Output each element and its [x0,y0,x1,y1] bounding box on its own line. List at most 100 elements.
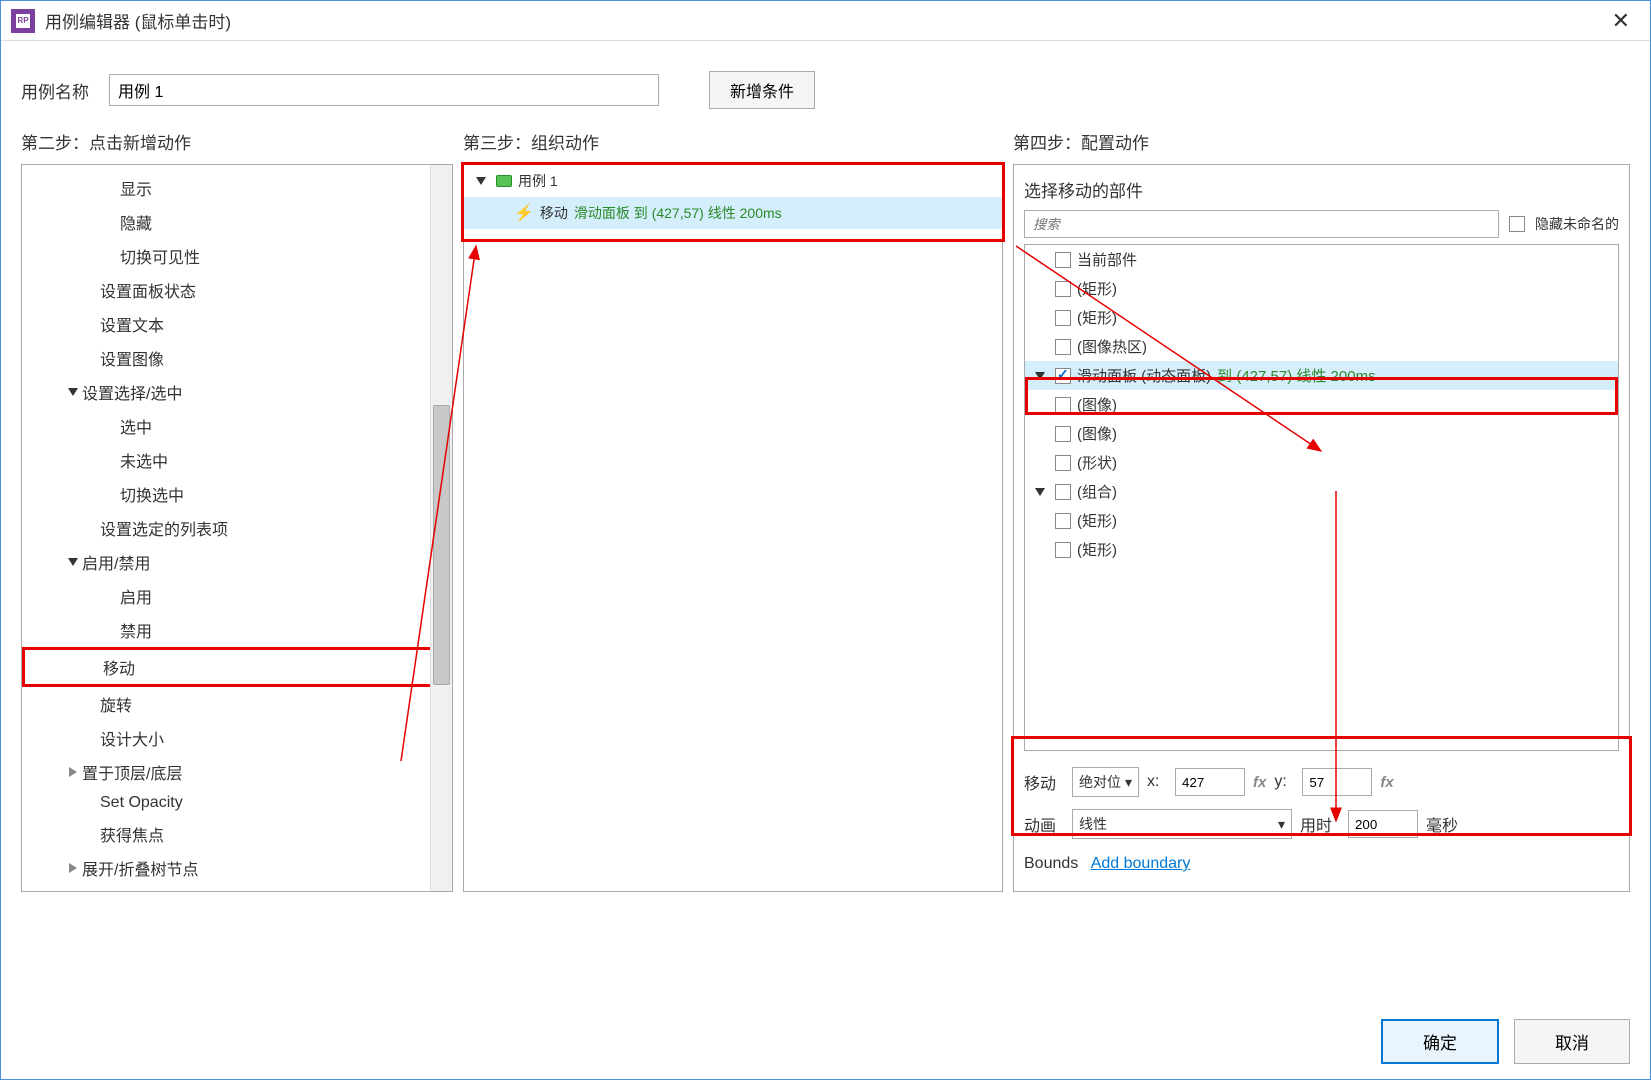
widget-checkbox[interactable] [1055,455,1071,471]
widget-row[interactable]: (图像) [1025,390,1618,419]
widget-row[interactable]: 滑动面板 (动态面板) 到 (427,57) 线性 200ms [1025,361,1618,390]
fx-x-button[interactable]: fx [1253,774,1266,791]
widget-checkbox[interactable] [1055,252,1071,268]
widget-checkbox[interactable] [1055,484,1071,500]
widget-checkbox[interactable] [1055,281,1071,297]
add-boundary-link[interactable]: Add boundary [1091,855,1191,872]
widget-label: (矩形) [1077,539,1117,560]
dur-label: 用时 [1300,812,1340,836]
widget-label: (形状) [1077,452,1117,473]
widget-checkbox[interactable] [1055,426,1071,442]
bolt-icon: ⚡ [514,203,534,223]
widget-row[interactable]: (矩形) [1025,535,1618,564]
action-label: 移动 [103,655,135,679]
action-item[interactable]: 设置文本 [22,307,452,341]
chevron-down-icon[interactable] [472,177,490,185]
action-item[interactable]: 置于顶层/底层 [22,755,452,789]
widget-label: (矩形) [1077,510,1117,531]
widget-row[interactable]: (图像热区) [1025,332,1618,361]
action-item[interactable]: 旋转 [22,687,452,721]
widget-tree: 当前部件(矩形)(矩形)(图像热区)滑动面板 (动态面板) 到 (427,57)… [1024,244,1619,751]
action-item[interactable]: 设置选定的列表项 [22,511,452,545]
widget-checkbox[interactable] [1055,513,1071,529]
action-label: 切换可见性 [120,244,200,268]
widget-checkbox[interactable] [1055,368,1071,384]
dur-input[interactable] [1348,810,1418,838]
chevron-right-icon[interactable] [64,767,82,777]
widget-row[interactable]: (矩形) [1025,303,1618,332]
widget-checkbox[interactable] [1055,339,1071,355]
action-detail: 滑动面板 到 (427,57) 线性 200ms [574,203,782,223]
action-item[interactable]: 设计大小 [22,721,452,755]
widget-checkbox[interactable] [1055,542,1071,558]
app-icon: RP [11,9,35,33]
action-item[interactable]: 设置选择/选中 [22,375,452,409]
organize-panel: 用例 1 ⚡ 移动 滑动面板 到 (427,57) 线性 200ms [463,164,1003,892]
chevron-down-icon[interactable] [1031,488,1049,496]
action-item[interactable]: 启用 [22,579,452,613]
action-label: 旋转 [100,692,132,716]
name-row: 用例名称 新增条件 [1,41,1650,129]
case-row[interactable]: 用例 1 [464,165,1002,197]
chevron-right-icon[interactable] [64,863,82,873]
step3-column: 第三步：组织动作 用例 1 ⚡ 移动 滑动面板 到 (427,57) 线性 20… [463,129,1003,892]
action-label: 启用 [120,584,152,608]
widget-row[interactable]: (图像) [1025,419,1618,448]
step2-label: 第二步：点击新增动作 [21,129,453,154]
widget-detail: 到 (427,57) 线性 200ms [1217,365,1375,386]
action-label: Set Opacity [100,794,183,812]
widget-row[interactable]: (形状) [1025,448,1618,477]
case-icon [496,175,512,187]
action-item[interactable]: 移动 [22,647,452,687]
widget-checkbox[interactable] [1055,310,1071,326]
action-item[interactable]: 设置面板状态 [22,273,452,307]
action-label: 切换选中 [120,482,184,506]
move-type-select[interactable]: 绝对位▾ [1072,767,1139,797]
action-item[interactable]: 选中 [22,409,452,443]
action-item[interactable]: 切换可见性 [22,239,452,273]
action-label: 显示 [120,176,152,200]
config-panel: 选择移动的部件 隐藏未命名的 当前部件(矩形)(矩形)(图像热区)滑动面板 (动… [1013,164,1630,892]
action-item[interactable]: 显示 [22,171,452,205]
y-input[interactable] [1302,768,1372,796]
scroll-thumb[interactable] [433,405,450,685]
widget-row[interactable]: (矩形) [1025,506,1618,535]
action-label: 设计大小 [100,726,164,750]
scrollbar-v[interactable] [430,165,452,891]
cancel-button[interactable]: 取消 [1514,1019,1630,1064]
chevron-down-icon[interactable] [1031,372,1049,380]
fx-y-button[interactable]: fx [1380,774,1393,791]
case-name-input[interactable] [109,74,659,106]
step4-label: 第四步：配置动作 [1013,129,1630,154]
anim-label: 动画 [1024,812,1064,836]
action-item[interactable]: Set Opacity [22,789,452,817]
ok-button[interactable]: 确定 [1381,1019,1499,1064]
hide-unnamed-checkbox[interactable] [1509,216,1525,232]
action-item[interactable]: 设置图像 [22,341,452,375]
action-label: 启用/禁用 [82,550,150,574]
add-condition-button[interactable]: 新增条件 [709,71,815,109]
widget-row[interactable]: 当前部件 [1025,245,1618,274]
chevron-down-icon[interactable] [64,558,82,566]
action-item[interactable]: 获得焦点 [22,817,452,851]
widget-row[interactable]: (矩形) [1025,274,1618,303]
anim-type-select[interactable]: 线性▾ [1072,809,1292,839]
widget-label: 当前部件 [1077,249,1137,270]
x-input[interactable] [1175,768,1245,796]
action-label: 选中 [120,414,152,438]
action-item[interactable]: 启用/禁用 [22,545,452,579]
action-item[interactable]: 禁用 [22,613,452,647]
action-row[interactable]: ⚡ 移动 滑动面板 到 (427,57) 线性 200ms [464,197,1002,229]
widget-checkbox[interactable] [1055,397,1071,413]
chevron-down-icon[interactable] [64,388,82,396]
close-icon[interactable]: ✕ [1602,8,1640,34]
action-item[interactable]: 隐藏 [22,205,452,239]
search-input[interactable] [1024,210,1499,238]
widget-row[interactable]: (组合) [1025,477,1618,506]
action-item[interactable]: 切换选中 [22,477,452,511]
action-item[interactable]: 展开/折叠树节点 [22,851,452,885]
step3-label: 第三步：组织动作 [463,129,1003,154]
action-item[interactable]: 未选中 [22,443,452,477]
action-label: 获得焦点 [100,822,164,846]
actions-tree: 显示隐藏切换可见性设置面板状态设置文本设置图像设置选择/选中选中未选中切换选中设… [22,165,452,891]
